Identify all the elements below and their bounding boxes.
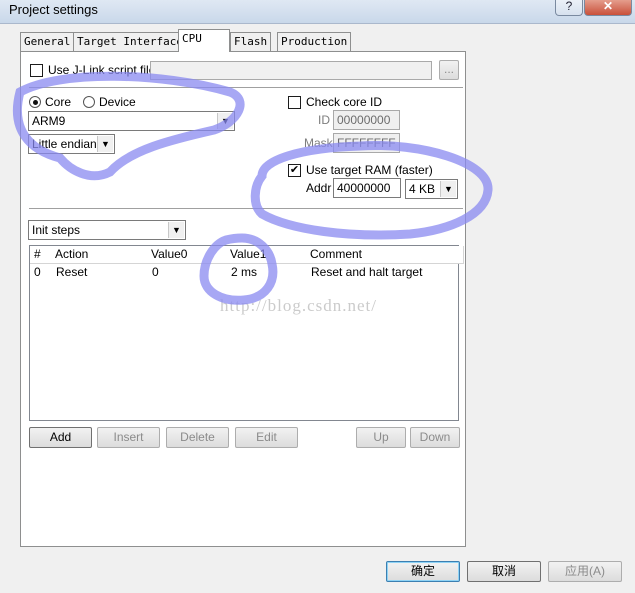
ram-addr-label: Addr — [306, 181, 332, 195]
use-jlink-script-label: Use J-Link script file — [48, 63, 156, 77]
add-button[interactable]: Add — [29, 427, 92, 448]
ok-button[interactable]: 确定 — [386, 561, 460, 582]
down-button[interactable]: Down — [410, 427, 460, 448]
core-id-input[interactable]: 00000000 — [333, 110, 400, 130]
tab-target-interface[interactable]: Target Interface — [73, 32, 187, 51]
jlink-script-path-input[interactable] — [150, 61, 432, 80]
window-title: Project settings — [9, 2, 98, 17]
column-header-action[interactable]: Action — [51, 246, 151, 264]
delete-button[interactable]: Delete — [166, 427, 229, 448]
core-select[interactable]: ARM9 ▼ — [28, 111, 235, 131]
apply-button[interactable]: 应用(A) — [548, 561, 622, 582]
ram-size-value: 4 KB — [409, 182, 436, 196]
chevron-down-icon: ▼ — [217, 113, 233, 129]
core-radio[interactable] — [29, 96, 41, 108]
core-select-value: ARM9 — [32, 114, 66, 128]
tab-flash[interactable]: Flash — [230, 32, 272, 51]
tab-cpu[interactable]: CPU — [178, 29, 230, 52]
check-core-id-checkbox[interactable] — [288, 96, 301, 109]
row-value0: 0 — [152, 265, 159, 279]
init-steps-value: Init steps — [32, 223, 81, 237]
check-core-id-label: Check core ID — [306, 95, 383, 109]
row-comment: Reset and halt target — [311, 265, 423, 279]
row-number: 0 — [34, 265, 41, 279]
chevron-down-icon: ▼ — [168, 222, 184, 238]
insert-button[interactable]: Insert — [97, 427, 160, 448]
endian-select-value: Little endian — [32, 137, 97, 151]
ram-addr-input[interactable]: 40000000 — [333, 178, 401, 198]
edit-button[interactable]: Edit — [235, 427, 298, 448]
chevron-down-icon: ▼ — [440, 181, 456, 197]
use-target-ram-label: Use target RAM (faster) — [306, 163, 433, 177]
use-jlink-script-checkbox[interactable] — [30, 64, 43, 77]
row-action: Reset — [56, 265, 88, 279]
use-target-ram-checkbox[interactable]: ✔ — [288, 164, 301, 177]
chevron-down-icon: ▼ — [97, 136, 113, 152]
separator-middle — [29, 208, 463, 210]
core-id-mask-label: Mask — [304, 136, 333, 150]
radio-selected-dot — [33, 100, 38, 105]
device-radio-label: Device — [99, 95, 136, 109]
separator-top — [29, 87, 463, 89]
tab-general[interactable]: General — [20, 32, 75, 51]
cancel-button[interactable]: 取消 — [467, 561, 541, 582]
endian-select[interactable]: Little endian ▼ — [28, 134, 115, 154]
column-header-value1[interactable]: Value1 — [226, 246, 310, 264]
tab-production[interactable]: Production — [277, 32, 352, 51]
watermark: http://blog.csdn.net/ — [220, 296, 377, 315]
browse-script-button[interactable]: ... — [439, 60, 459, 80]
column-header-comment[interactable]: Comment — [306, 246, 464, 264]
core-id-mask-input[interactable]: FFFFFFFF — [333, 133, 400, 153]
init-steps-table[interactable]: # Action Value0 Value1 Comment 0 Reset 0… — [29, 245, 464, 421]
column-header-value0[interactable]: Value0 — [147, 246, 230, 264]
core-id-label: ID — [318, 113, 330, 127]
ram-size-select[interactable]: 4 KB ▼ — [405, 179, 458, 199]
up-button[interactable]: Up — [356, 427, 406, 448]
row-value1: 2 ms — [231, 265, 258, 279]
init-steps-select[interactable]: Init steps ▼ — [28, 220, 186, 240]
core-radio-label: Core — [45, 95, 72, 109]
device-radio[interactable] — [83, 96, 95, 108]
help-button[interactable]: ? — [555, 0, 583, 16]
close-button[interactable]: ✕ — [584, 0, 632, 16]
